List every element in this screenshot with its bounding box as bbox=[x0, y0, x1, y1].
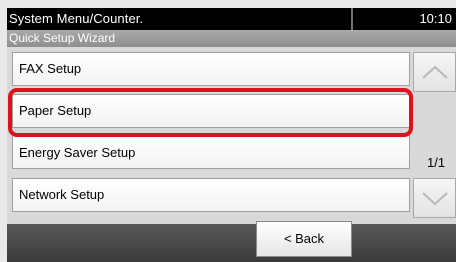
menu-item-label: FAX Setup bbox=[19, 61, 82, 76]
selection-highlight bbox=[8, 88, 413, 137]
screen: System Menu/Counter. 10:10 Quick Setup W… bbox=[0, 0, 456, 262]
sub-title-bar: Quick Setup Wizard bbox=[7, 30, 456, 47]
wizard-title: Quick Setup Wizard bbox=[9, 31, 116, 45]
menu-item-fax-setup[interactable]: FAX Setup bbox=[12, 52, 410, 86]
menu-item-network-setup[interactable]: Network Setup bbox=[12, 178, 410, 212]
menu-item-energy-saver-setup[interactable]: Energy Saver Setup bbox=[12, 135, 410, 169]
clock: 10:10 bbox=[419, 11, 452, 26]
chevron-down-icon bbox=[422, 192, 448, 206]
menu-item-label: Network Setup bbox=[19, 187, 105, 202]
window-title: System Menu/Counter. bbox=[9, 11, 144, 26]
back-button[interactable]: < Back bbox=[256, 221, 352, 257]
title-bar: System Menu/Counter. 10:10 bbox=[7, 8, 456, 30]
scroll-up-button[interactable] bbox=[413, 52, 456, 92]
menu-item-label: Energy Saver Setup bbox=[19, 145, 136, 160]
chevron-up-icon bbox=[422, 65, 448, 79]
page-indicator: 1/1 bbox=[427, 155, 446, 170]
scroll-down-button[interactable] bbox=[413, 178, 456, 218]
title-divider bbox=[351, 8, 353, 30]
footer-bar bbox=[7, 224, 456, 262]
back-button-label: < Back bbox=[283, 231, 325, 246]
